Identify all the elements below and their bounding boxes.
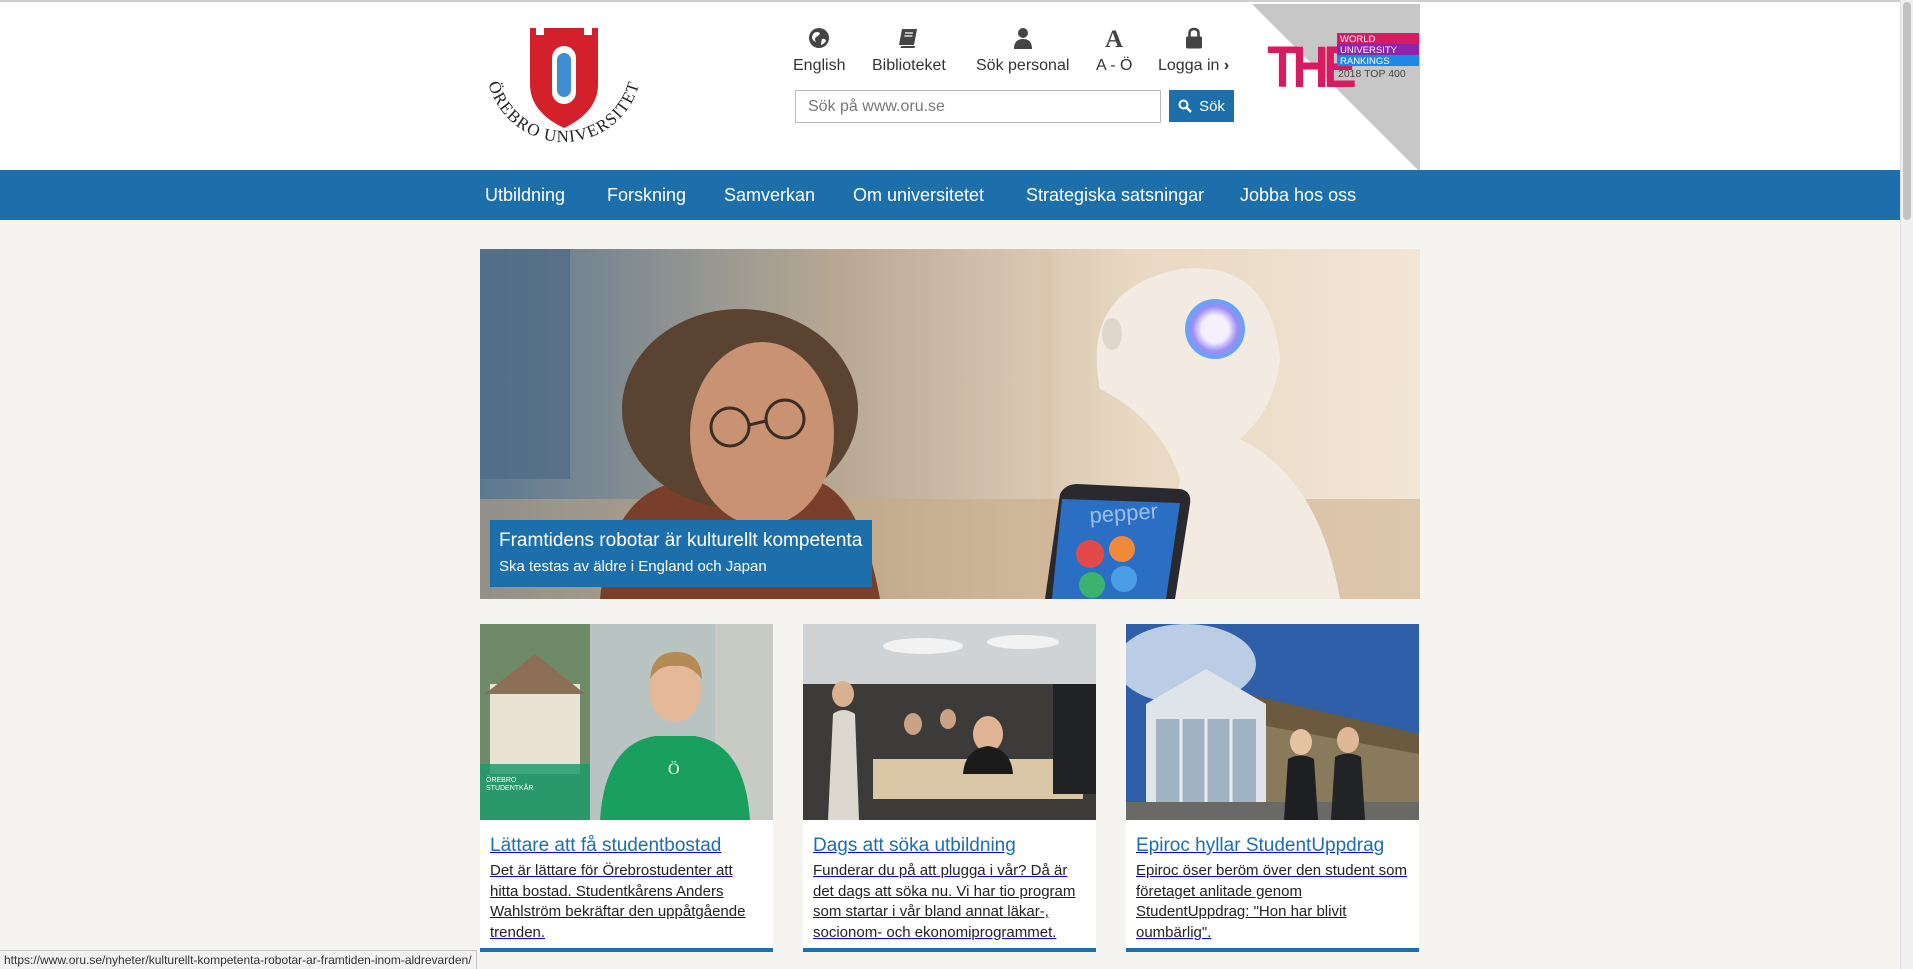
card-bottom-bar xyxy=(803,948,1096,952)
nav-item-strategiska-satsningar[interactable]: Strategiska satsningar xyxy=(1026,170,1204,220)
main-nav: Utbildning Forskning Samverkan Om univer… xyxy=(0,170,1900,220)
util-staff-search-label: Sök personal xyxy=(976,57,1070,74)
ranking-badge-graphic: THE WORLD UNIVERSITY RANKINGS 2018 TOP 4… xyxy=(1252,4,1420,172)
util-staff-search-link[interactable]: Sök personal xyxy=(976,24,1069,75)
svg-text:Ö: Ö xyxy=(668,760,680,778)
card-bottom-bar xyxy=(1126,948,1419,952)
svg-text:ÖREBRO: ÖREBRO xyxy=(486,776,517,784)
badge-line-4: 2018 TOP 400 xyxy=(1338,68,1406,80)
util-login-label: Logga in xyxy=(1158,57,1220,74)
nav-item-om-universitetet[interactable]: Om universitetet xyxy=(853,170,984,220)
card-image-apply-education xyxy=(803,624,1096,820)
card-title: Dags att söka utbildning xyxy=(813,835,1016,856)
university-logo[interactable]: ÖREBRO UNIVERSITET xyxy=(478,24,650,152)
robot-tablet-text: pepper xyxy=(1089,498,1159,528)
util-login-link[interactable]: Logga in › xyxy=(1158,24,1229,75)
hero-caption: Framtidens robotar är kulturellt kompete… xyxy=(490,520,873,587)
globe-icon xyxy=(808,24,830,52)
util-login-label-wrap: Logga in › xyxy=(1158,57,1229,75)
card-text: Funderar du på att plugga i vår? Då är d… xyxy=(813,862,1076,941)
nav-item-utbildning[interactable]: Utbildning xyxy=(485,170,565,220)
nav-item-jobba-hos-oss[interactable]: Jobba hos oss xyxy=(1240,170,1356,220)
chevron-right-icon: › xyxy=(1223,57,1230,74)
util-library-link[interactable]: Biblioteket xyxy=(872,24,946,75)
hero-title: Framtidens robotar är kulturellt kompete… xyxy=(499,530,863,551)
util-english-link[interactable]: English xyxy=(793,24,845,75)
search-icon xyxy=(1178,99,1192,113)
letter-a-icon: A xyxy=(1102,24,1126,52)
search-button[interactable]: Sök xyxy=(1169,90,1234,122)
badge-line-1: WORLD xyxy=(1340,34,1376,45)
scrollbar-thumb[interactable] xyxy=(1903,2,1911,220)
card-title: Epiroc hyllar StudentUppdrag xyxy=(1136,835,1385,856)
page-scrollbar[interactable] xyxy=(1900,0,1913,969)
lock-icon xyxy=(1185,24,1203,52)
util-library-label: Biblioteket xyxy=(872,57,946,74)
card-image-student-housing: ÖREBRO STUDENTKÅR Ö xyxy=(480,624,773,820)
badge-line-3: RANKINGS xyxy=(1340,56,1390,67)
card-title: Lättare att få studentbostad xyxy=(490,835,722,856)
book-icon xyxy=(897,24,921,52)
card-text: Det är lättare för Örebrostudenter att h… xyxy=(490,862,746,941)
orebro-crest-icon: ÖREBRO UNIVERSITET xyxy=(484,28,642,146)
site-header: ÖREBRO UNIVERSITET English Biblioteket S… xyxy=(0,2,1900,172)
badge-line-2: UNIVERSITY xyxy=(1340,45,1398,56)
nav-item-samverkan[interactable]: Samverkan xyxy=(724,170,815,220)
site-search-input[interactable] xyxy=(795,90,1161,123)
hero-subtitle: Ska testas av äldre i England och Japan xyxy=(499,558,767,575)
card-image-epiroc xyxy=(1126,624,1419,820)
svg-text:A: A xyxy=(1105,26,1123,50)
browser-status-url: https://www.oru.se/nyheter/kulturellt-ko… xyxy=(0,950,477,969)
the-ranking-badge[interactable]: THE WORLD UNIVERSITY RANKINGS 2018 TOP 4… xyxy=(1250,4,1420,172)
hero-news[interactable]: pepper Framtidens robotar är kulturellt … xyxy=(480,249,1420,599)
search-button-label: Sök xyxy=(1199,97,1225,115)
util-a-o-link[interactable]: A A - Ö xyxy=(1096,24,1132,75)
nav-item-forskning[interactable]: Forskning xyxy=(607,170,686,220)
news-card-epiroc[interactable]: Epiroc hyllar StudentUppdrag Epiroc öser… xyxy=(1126,624,1419,952)
card-text: Epiroc öser beröm över den student som f… xyxy=(1136,862,1407,941)
util-english-label: English xyxy=(793,57,846,74)
util-a-o-label: A - Ö xyxy=(1096,57,1133,74)
news-card-apply-education[interactable]: Dags att söka utbildning Funderar du på … xyxy=(803,624,1096,952)
card-bottom-bar xyxy=(480,948,773,952)
person-icon xyxy=(1013,24,1033,52)
news-card-student-housing[interactable]: ÖREBRO STUDENTKÅR Ö Lättare att få stude… xyxy=(480,624,773,952)
svg-text:STUDENTKÅR: STUDENTKÅR xyxy=(486,783,533,792)
